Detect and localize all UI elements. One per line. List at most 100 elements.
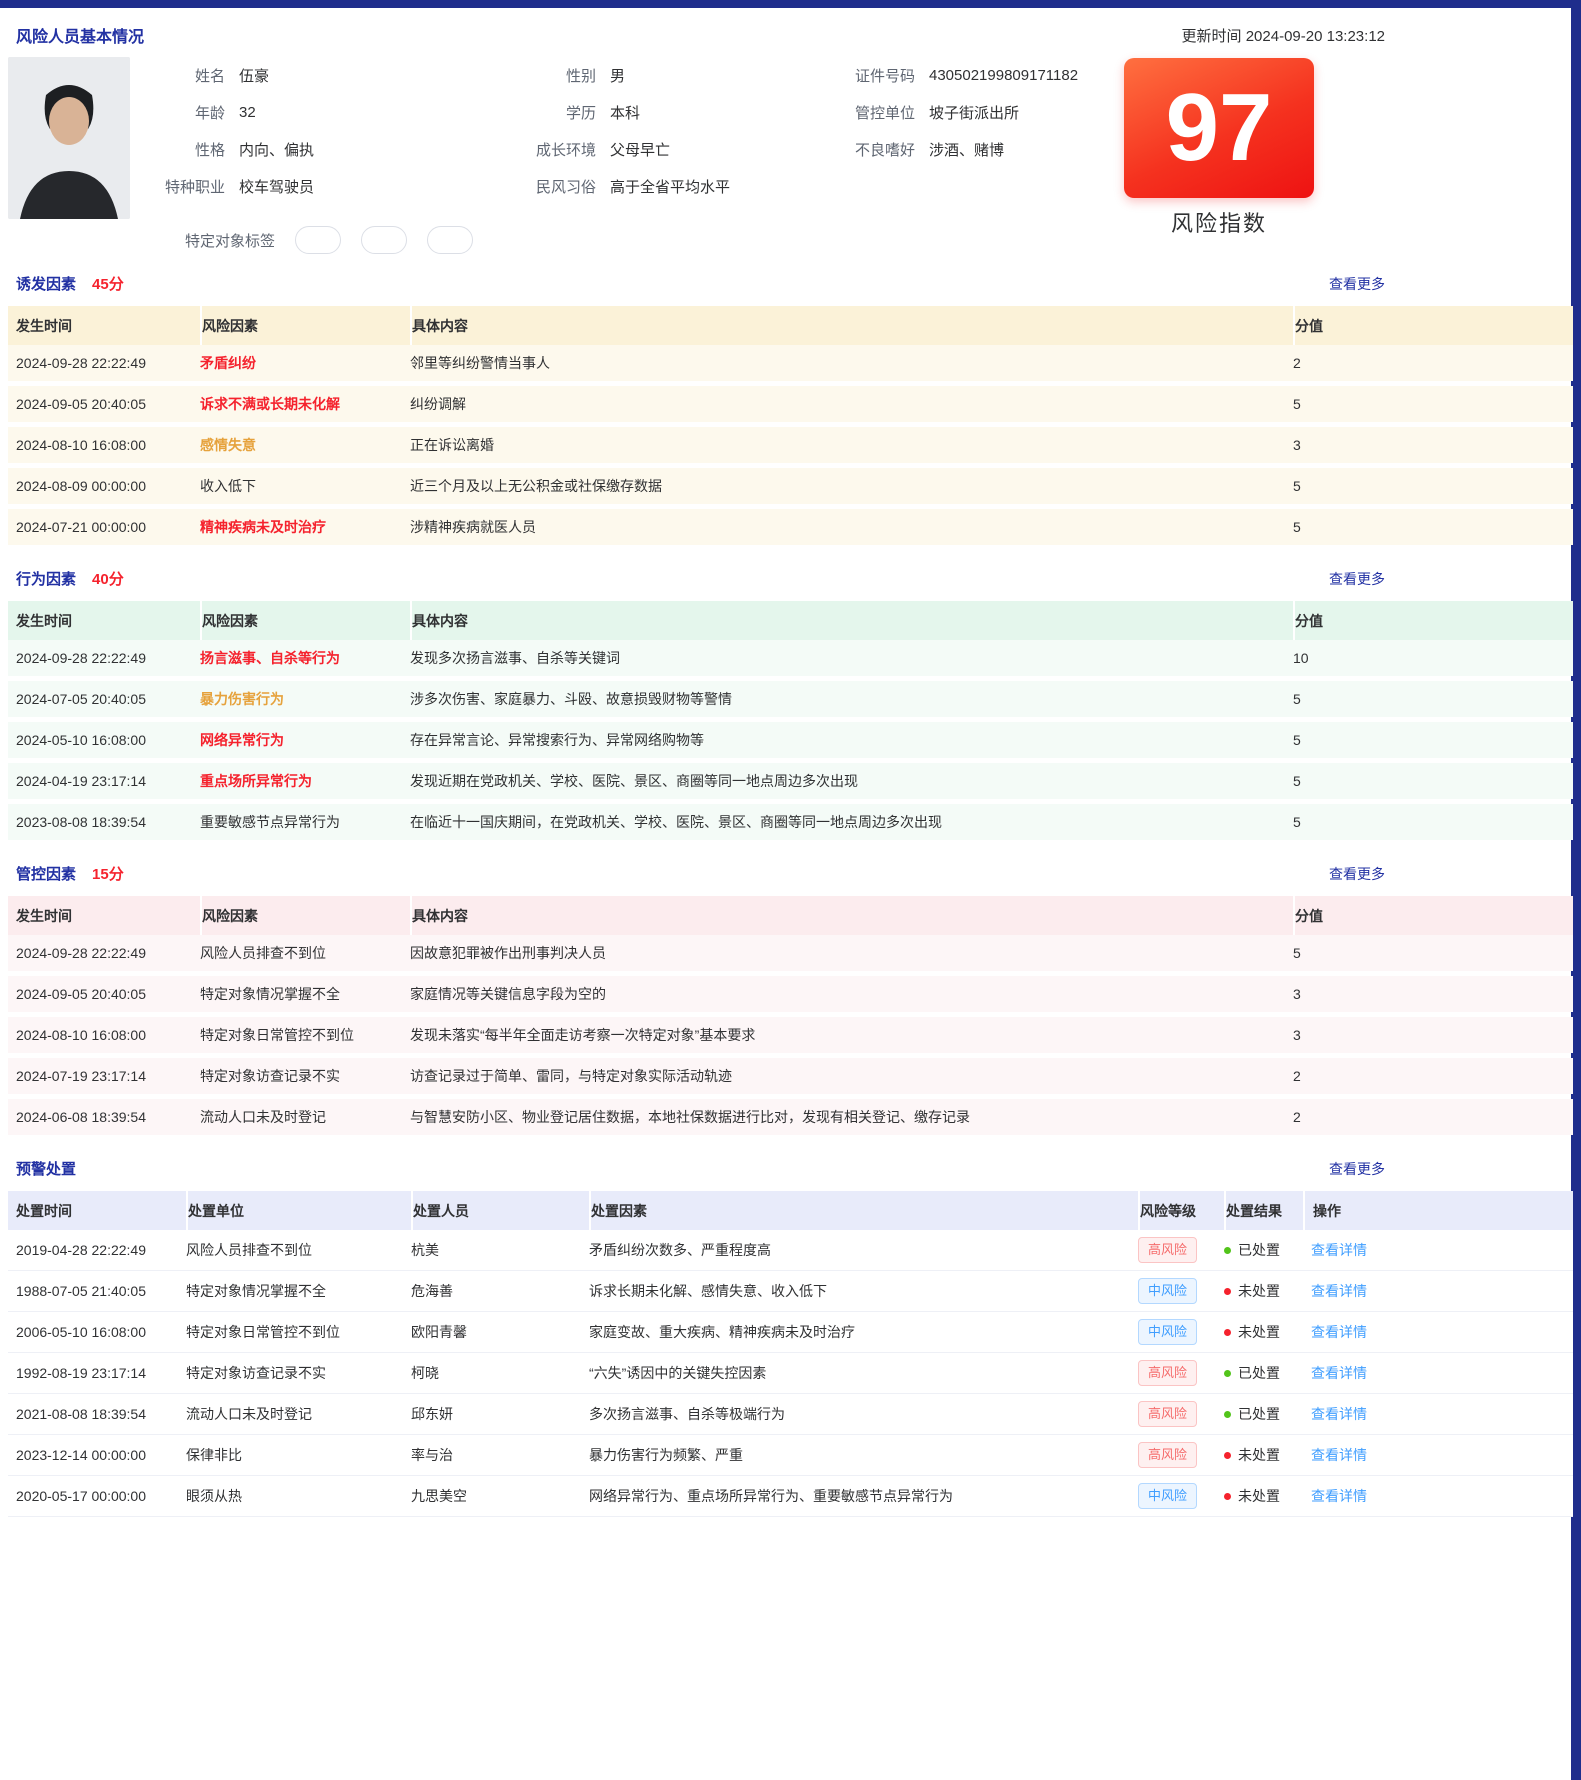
col-header-score: 分值 xyxy=(1293,306,1573,345)
cell-content: 涉多次伤害、家庭暴力、斗殴、故意损毁财物等警情 xyxy=(410,689,1293,709)
profile-photo xyxy=(8,57,130,219)
cell-action: 查看详情 xyxy=(1303,1404,1573,1424)
cell-time: 1988-07-05 21:40:05 xyxy=(16,1283,186,1299)
cell-score: 2 xyxy=(1293,1109,1573,1125)
view-detail-link[interactable]: 查看详情 xyxy=(1311,1406,1367,1422)
cell-person: 邱东妍 xyxy=(411,1404,589,1424)
subject-tag xyxy=(427,226,473,254)
cell-person: 危海善 xyxy=(411,1281,589,1301)
view-detail-link[interactable]: 查看详情 xyxy=(1311,1242,1367,1258)
table-row: 2024-09-28 22:22:49 矛盾纠纷 邻里等纠纷警情当事人 2 xyxy=(8,345,1573,381)
cell-score: 5 xyxy=(1293,732,1573,748)
cell-time: 2024-07-21 00:00:00 xyxy=(16,519,200,535)
cell-time: 2024-04-19 23:17:14 xyxy=(16,773,200,789)
cell-result: 已处置 xyxy=(1224,1240,1303,1260)
field-label: 管控单位 xyxy=(795,102,915,123)
cell-factor: 重点场所异常行为 xyxy=(200,771,410,791)
cell-unit: 特定对象访查记录不实 xyxy=(186,1363,411,1383)
view-more-link[interactable]: 查看更多 xyxy=(1329,274,1385,294)
cell-factor: 重要敏感节点异常行为 xyxy=(200,812,410,832)
risk-level-badge: 中风险 xyxy=(1138,1278,1197,1304)
profile-field-row: 年龄 32 xyxy=(130,94,460,131)
col-header-content: 具体内容 xyxy=(410,306,1293,345)
col-header-factor: 风险因素 xyxy=(200,896,410,935)
field-label: 民风习俗 xyxy=(460,176,596,197)
col-header-action: 操作 xyxy=(1303,1191,1573,1230)
table-row: 2024-06-08 18:39:54 流动人口未及时登记 与智慧安防小区、物业… xyxy=(8,1099,1573,1135)
section-behavior-factors: 行为因素40分 查看更多 发生时间 风险因素 具体内容 分值 2024-09-2… xyxy=(0,550,1581,840)
cell-unit: 流动人口未及时登记 xyxy=(186,1404,411,1424)
view-detail-link[interactable]: 查看详情 xyxy=(1311,1324,1367,1340)
view-detail-link[interactable]: 查看详情 xyxy=(1311,1488,1367,1504)
cell-time: 2023-12-14 00:00:00 xyxy=(16,1447,186,1463)
table-row: 2024-08-09 00:00:00 收入低下 近三个月及以上无公积金或社保缴… xyxy=(8,468,1573,504)
cell-risk-level: 高风险 xyxy=(1138,1442,1224,1468)
cell-score: 10 xyxy=(1293,650,1573,666)
field-label: 不良嗜好 xyxy=(795,139,915,160)
cell-score: 5 xyxy=(1293,519,1573,535)
cell-result: 已处置 xyxy=(1224,1404,1303,1424)
field-label: 年龄 xyxy=(130,102,225,123)
col-header-factor: 风险因素 xyxy=(200,601,410,640)
view-detail-link[interactable]: 查看详情 xyxy=(1311,1365,1367,1381)
cell-risk-level: 中风险 xyxy=(1138,1319,1224,1345)
cell-content: 家庭情况等关键信息字段为空的 xyxy=(410,984,1293,1004)
cell-factor: 风险人员排查不到位 xyxy=(200,943,410,963)
cell-content: 发现近期在党政机关、学校、医院、景区、商圈等同一地点周边多次出现 xyxy=(410,771,1293,791)
table-row: 2024-07-05 20:40:05 暴力伤害行为 涉多次伤害、家庭暴力、斗殴… xyxy=(8,681,1573,717)
cell-time: 2024-06-08 18:39:54 xyxy=(16,1109,200,1125)
table-header: 处置时间 处置单位 处置人员 处置因素 风险等级 处置结果 操作 xyxy=(8,1191,1573,1230)
cell-score: 3 xyxy=(1293,986,1573,1002)
profile-field-row: 成长环境 父母早亡 xyxy=(460,131,795,168)
cell-risk-level: 高风险 xyxy=(1138,1360,1224,1386)
cell-unit: 保律非比 xyxy=(186,1445,411,1465)
section-title: 诱发因素 xyxy=(16,276,76,293)
col-header-factor: 处置因素 xyxy=(589,1191,1138,1230)
cell-time: 2019-04-28 22:22:49 xyxy=(16,1242,186,1258)
table-row: 2019-04-28 22:22:49 风险人员排查不到位 杭美 矛盾纠纷次数多… xyxy=(8,1230,1573,1271)
risk-score-value: 97 xyxy=(1166,80,1273,176)
status-dot-icon xyxy=(1224,1329,1231,1336)
table-row: 2024-09-05 20:40:05 特定对象情况掌握不全 家庭情况等关键信息… xyxy=(8,976,1573,1012)
section-warning-disposal: 预警处置 查看更多 处置时间 处置单位 处置人员 处置因素 风险等级 处置结果 … xyxy=(0,1140,1581,1517)
cell-score: 3 xyxy=(1293,1027,1573,1043)
cell-factor: 矛盾纠纷 xyxy=(200,353,410,373)
cell-factor: 诉求不满或长期未化解 xyxy=(200,394,410,414)
cell-factor: 网络异常行为 xyxy=(200,730,410,750)
cell-factor: 诉求长期未化解、感情失意、收入低下 xyxy=(589,1281,1138,1301)
view-detail-link[interactable]: 查看详情 xyxy=(1311,1283,1367,1299)
cell-score: 5 xyxy=(1293,478,1573,494)
cell-time: 2024-08-10 16:08:00 xyxy=(16,1027,200,1043)
cell-factor: 特定对象访查记录不实 xyxy=(200,1066,410,1086)
view-more-link[interactable]: 查看更多 xyxy=(1329,864,1385,884)
table-row: 2024-04-19 23:17:14 重点场所异常行为 发现近期在党政机关、学… xyxy=(8,763,1573,799)
view-detail-link[interactable]: 查看详情 xyxy=(1311,1447,1367,1463)
table-row: 2024-08-10 16:08:00 感情失意 正在诉讼离婚 3 xyxy=(8,427,1573,463)
cell-person: 率与治 xyxy=(411,1445,589,1465)
cell-time: 2024-09-05 20:40:05 xyxy=(16,986,200,1002)
field-value: 父母早亡 xyxy=(610,139,670,160)
subject-tags-row: 特定对象标签 xyxy=(185,225,1581,255)
cell-time: 2024-07-19 23:17:14 xyxy=(16,1068,200,1084)
section-title: 管控因素 xyxy=(16,866,76,883)
cell-content: 发现未落实“每半年全面走访考察一次特定对象”基本要求 xyxy=(410,1025,1293,1045)
top-frame-bar xyxy=(0,0,1581,8)
cell-score: 3 xyxy=(1293,437,1573,453)
cell-factor: “六失”诱因中的关键失控因素 xyxy=(589,1363,1138,1383)
cell-time: 2020-05-17 00:00:00 xyxy=(16,1488,186,1504)
col-header-content: 具体内容 xyxy=(410,896,1293,935)
cell-unit: 风险人员排查不到位 xyxy=(186,1240,411,1260)
table-row: 2024-08-10 16:08:00 特定对象日常管控不到位 发现未落实“每半… xyxy=(8,1017,1573,1053)
cell-content: 纠纷调解 xyxy=(410,394,1293,414)
cell-time: 2024-09-28 22:22:49 xyxy=(16,650,200,666)
cell-action: 查看详情 xyxy=(1303,1240,1573,1260)
table-row: 2021-08-08 18:39:54 流动人口未及时登记 邱东妍 多次扬言滋事… xyxy=(8,1394,1573,1435)
col-header-factor: 风险因素 xyxy=(200,306,410,345)
view-more-link[interactable]: 查看更多 xyxy=(1329,1159,1385,1179)
result-label: 已处置 xyxy=(1238,1404,1280,1424)
table-body: 2024-09-28 22:22:49 矛盾纠纷 邻里等纠纷警情当事人 2 20… xyxy=(8,345,1573,545)
field-label: 学历 xyxy=(460,102,596,123)
view-more-link[interactable]: 查看更多 xyxy=(1329,569,1385,589)
cell-action: 查看详情 xyxy=(1303,1363,1573,1383)
table-header: 发生时间 风险因素 具体内容 分值 xyxy=(8,601,1573,640)
